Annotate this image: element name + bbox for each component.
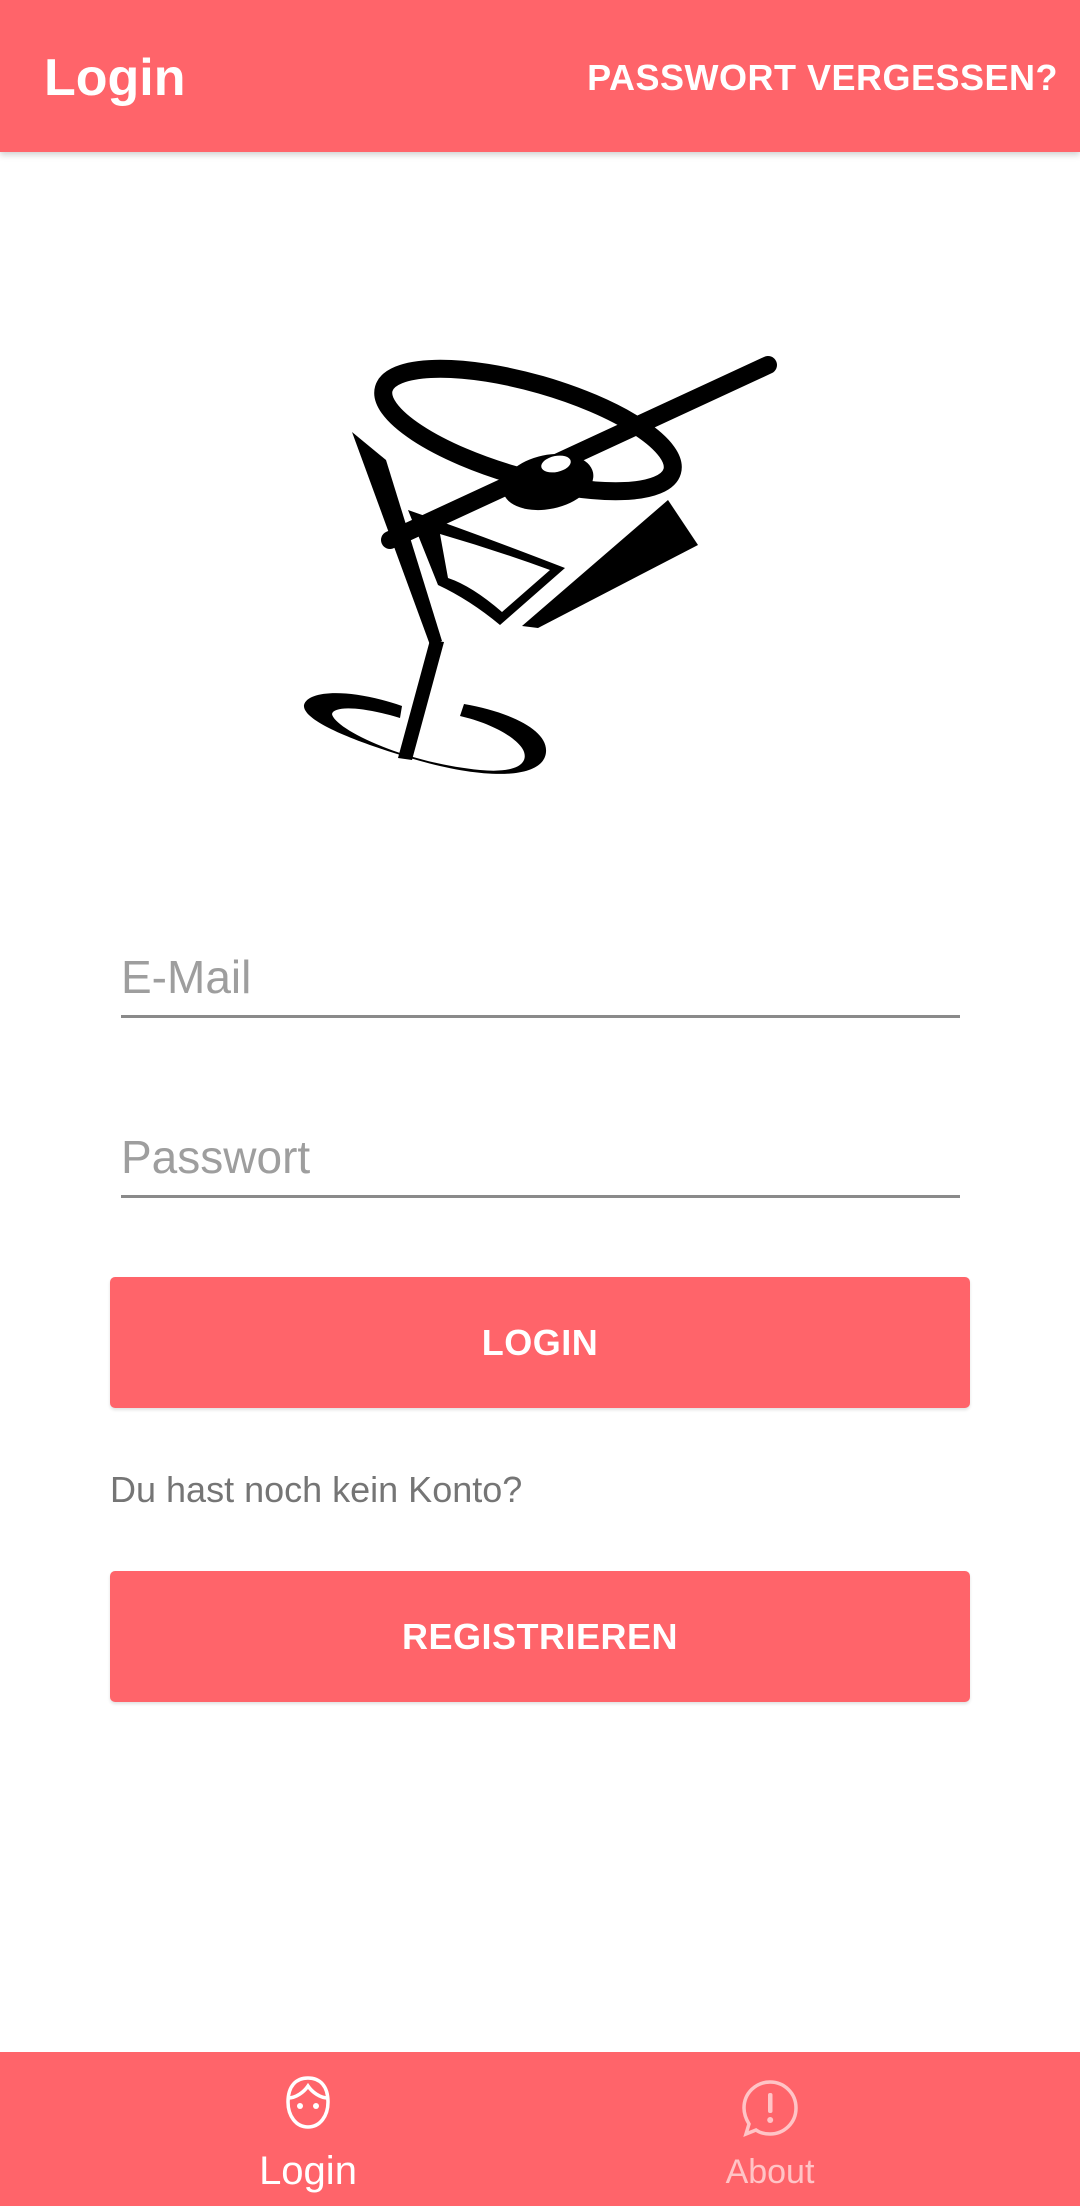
email-field[interactable]	[121, 948, 960, 1018]
bottom-navigation: Login About	[0, 2052, 1080, 2206]
nav-item-about[interactable]: About	[500, 2052, 1040, 2206]
page-title: Login	[44, 49, 186, 107]
email-field-wrapper	[121, 948, 960, 1018]
password-field-wrapper	[121, 1128, 960, 1198]
app-bar: Login PASSWORT VERGESSEN?	[0, 0, 1080, 152]
martini-glass-logo	[303, 356, 777, 774]
info-bubble-icon	[742, 2080, 798, 2137]
login-screen: Login PASSWORT VERGESSEN? LOGIN Du hast …	[0, 0, 1080, 2206]
nav-item-login[interactable]: Login	[38, 2052, 578, 2206]
password-field[interactable]	[121, 1128, 960, 1198]
user-face-icon	[286, 2076, 330, 2129]
nav-label-login: Login	[259, 2149, 357, 2193]
nav-label-about: About	[725, 2153, 815, 2191]
login-button[interactable]: LOGIN	[110, 1277, 970, 1408]
forgot-password-button[interactable]: PASSWORT VERGESSEN?	[587, 56, 1058, 100]
register-button[interactable]: REGISTRIEREN	[110, 1571, 970, 1702]
no-account-text: Du hast noch kein Konto?	[110, 1469, 523, 1510]
